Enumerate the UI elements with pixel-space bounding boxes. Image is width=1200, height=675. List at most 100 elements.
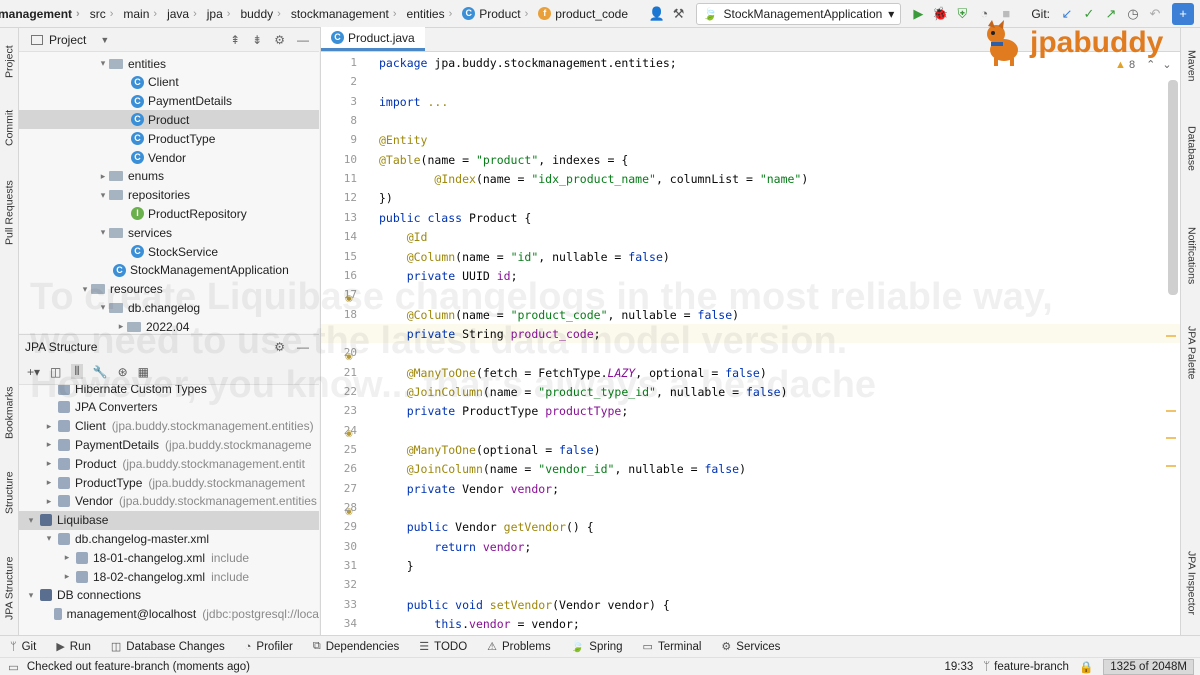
code-line[interactable]: @Entity	[379, 133, 427, 147]
breadcrumb-item[interactable]: jpa ›	[207, 0, 241, 28]
code-line[interactable]: import ...	[379, 95, 448, 109]
memory-indicator[interactable]: 1325 of 2048M	[1103, 658, 1194, 675]
columns-icon[interactable]: ⦀	[71, 364, 83, 379]
tree-item[interactable]: ▾ db.changelog	[19, 298, 319, 317]
jpa-tree-item[interactable]: ▾ Liquibase	[19, 510, 319, 530]
calendar-icon[interactable]: ▦	[138, 365, 149, 379]
code-line[interactable]: @Index(name = "idx_product_name", column…	[379, 172, 808, 186]
tree-item[interactable]: C StockService	[19, 242, 319, 261]
code-line[interactable]: @ManyToOne(optional = false)	[379, 443, 601, 457]
gear-icon[interactable]: ⚙	[274, 340, 285, 354]
tree-item[interactable]: ▾ services	[19, 223, 319, 242]
tool-terminal[interactable]: ▭ Terminal	[643, 640, 702, 654]
editor-scrollbar[interactable]	[1168, 80, 1178, 295]
left-tab-project[interactable]: Project	[2, 32, 17, 92]
jpa-tree-item[interactable]: JPA Converters	[19, 398, 319, 417]
code-line[interactable]: private Vendor vendor;	[379, 482, 559, 496]
code-line[interactable]: private String product_code;	[379, 327, 601, 341]
expand-arrow-icon[interactable]: ▸	[43, 477, 55, 488]
tree-item[interactable]: ▾ repositories	[19, 186, 319, 205]
chevron-down-icon[interactable]: ⌄	[1162, 59, 1171, 71]
expand-arrow-icon[interactable]: ▾	[97, 58, 109, 69]
tool-git[interactable]: ᛘ Git	[10, 641, 36, 653]
debug-icon[interactable]: 🐞	[929, 3, 951, 25]
error-stripe-mark[interactable]	[1166, 465, 1176, 467]
code-line[interactable]: @JoinColumn(name = "product_type_id", nu…	[379, 385, 788, 399]
expand-arrow-icon[interactable]: ▾	[25, 515, 37, 526]
code-line[interactable]: public Vendor getVendor() {	[379, 520, 594, 534]
lock-icon[interactable]: 🔒	[1079, 660, 1093, 674]
breadcrumb-item[interactable]: C Product ›	[462, 0, 538, 28]
tree-item[interactable]: I ProductRepository	[19, 204, 319, 223]
left-tab-bookmarks[interactable]: Bookmarks	[2, 373, 17, 453]
code-editor[interactable]: C Product.java 1238910111213141516◉17181…	[320, 27, 1181, 635]
jpa-tree-item[interactable]: ▸ 18-02-changelog.xml include	[19, 567, 319, 586]
code-line[interactable]: @JoinColumn(name = "vendor_id", nullable…	[379, 462, 746, 476]
tool-run[interactable]: ▶ Run	[56, 640, 91, 654]
expand-arrow-icon[interactable]: ▸	[61, 571, 73, 582]
expand-arrow-icon[interactable]: ▾	[97, 302, 109, 313]
tree-item[interactable]: C StockManagementApplication	[19, 261, 319, 280]
tool-services[interactable]: ⚙ Services	[721, 640, 780, 654]
code-line[interactable]: @Table(name = "product", indexes = {	[379, 153, 628, 167]
tool-profiler[interactable]: ◔ Profiler	[245, 641, 293, 653]
right-tab-notifications[interactable]: Notifications	[1184, 208, 1199, 303]
hide-panel-icon[interactable]: —	[297, 340, 309, 354]
build-hammer-icon[interactable]: ⚒	[668, 3, 690, 25]
tool-database-changes[interactable]: ◫ Database Changes	[111, 640, 225, 654]
collapse-all-icon[interactable]: ⇞	[230, 33, 240, 47]
expand-all-icon[interactable]: ⇟	[252, 33, 262, 47]
code-line[interactable]: @Id	[379, 230, 428, 244]
code-line[interactable]: @Column(name = "product_code", nullable …	[379, 308, 739, 322]
dropdown-icon[interactable]: ▼	[100, 35, 109, 45]
expand-arrow-icon[interactable]: ▾	[79, 284, 91, 295]
code-line[interactable]: public void setVendor(Vendor vendor) {	[379, 598, 670, 612]
expand-arrow-icon[interactable]: ▾	[25, 590, 37, 601]
git-branch[interactable]: feature-branch	[994, 661, 1069, 673]
code-line[interactable]: this.vendor = vendor;	[379, 617, 579, 631]
tree-item[interactable]: ▾ entities	[19, 54, 319, 73]
tool-spring[interactable]: 🍃 Spring	[571, 640, 623, 654]
tree-item[interactable]: C Vendor	[19, 148, 319, 167]
jpa-tree-item[interactable]: ▸ Vendor (jpa.buddy.stockmanagement.entiti…	[19, 492, 319, 511]
right-tab-maven[interactable]: Maven	[1184, 38, 1199, 93]
user-icon[interactable]: 👤	[646, 3, 668, 25]
code-line[interactable]: public class Product {	[379, 211, 531, 225]
project-panel-title[interactable]: Project	[49, 33, 86, 47]
tool-dependencies[interactable]: ⧉ Dependencies	[313, 640, 399, 653]
run-configuration-select[interactable]: 🍃 StockManagementApplication ▾	[695, 2, 902, 25]
search-icon[interactable]: +	[1172, 2, 1194, 25]
breadcrumb-item[interactable]: java ›	[167, 0, 207, 28]
wrench-icon[interactable]: 🔧	[93, 365, 108, 379]
tree-item[interactable]: ▸ 2022.04	[19, 317, 319, 333]
code-line[interactable]: return vendor;	[379, 540, 531, 554]
breadcrumb-item[interactable]: management ›	[0, 0, 90, 28]
error-stripe-mark[interactable]	[1166, 335, 1176, 337]
code-line[interactable]: package jpa.buddy.stockmanagement.entiti…	[379, 56, 677, 70]
add-icon[interactable]: +▾	[27, 365, 40, 379]
tree-item[interactable]: C PaymentDetails	[19, 92, 319, 111]
expand-arrow-icon[interactable]: ▸	[43, 439, 55, 450]
code-area[interactable]: package jpa.buddy.stockmanagement.entiti…	[321, 52, 1181, 635]
jpa-tree-item[interactable]: ▾ DB connections	[19, 586, 319, 605]
settings-icon[interactable]: ⊛	[118, 365, 128, 379]
jpa-tree-item[interactable]: management@localhost (jdbc:postgresql://l…	[19, 605, 319, 624]
expand-arrow-icon[interactable]: ▾	[97, 227, 109, 238]
right-tab-jpa-palette[interactable]: JPA Palette	[1184, 318, 1199, 388]
coverage-icon[interactable]: ⛨	[951, 3, 973, 25]
tool-todo[interactable]: ☰ TODO	[419, 640, 467, 654]
jpa-tree-item[interactable]: ▸ Product (jpa.buddy.stockmanagement.entit	[19, 454, 319, 473]
jpa-tree-item[interactable]: ▸ PaymentDetails (jpa.buddy.stockmanageme	[19, 435, 319, 454]
expand-arrow-icon[interactable]: ▸	[43, 421, 55, 432]
code-line[interactable]: @ManyToOne(fetch = FetchType.LAZY, optio…	[379, 366, 767, 380]
error-stripe-mark[interactable]	[1166, 410, 1176, 412]
right-tab-database[interactable]: Database	[1184, 103, 1199, 193]
left-tab-jpa-structure[interactable]: JPA Structure	[2, 538, 17, 638]
tree-item[interactable]: C ProductType	[19, 129, 319, 148]
status-message[interactable]: Checked out feature-branch (moments ago)	[27, 661, 250, 673]
expand-arrow-icon[interactable]: ▾	[43, 533, 55, 544]
expand-arrow-icon[interactable]: ▸	[61, 552, 73, 563]
tool-problems[interactable]: ⚠ Problems	[487, 640, 550, 654]
tree-item[interactable]: ▸ enums	[19, 167, 319, 186]
inspection-warnings[interactable]: ▲ 8 ⌃ ⌄	[1115, 58, 1172, 71]
